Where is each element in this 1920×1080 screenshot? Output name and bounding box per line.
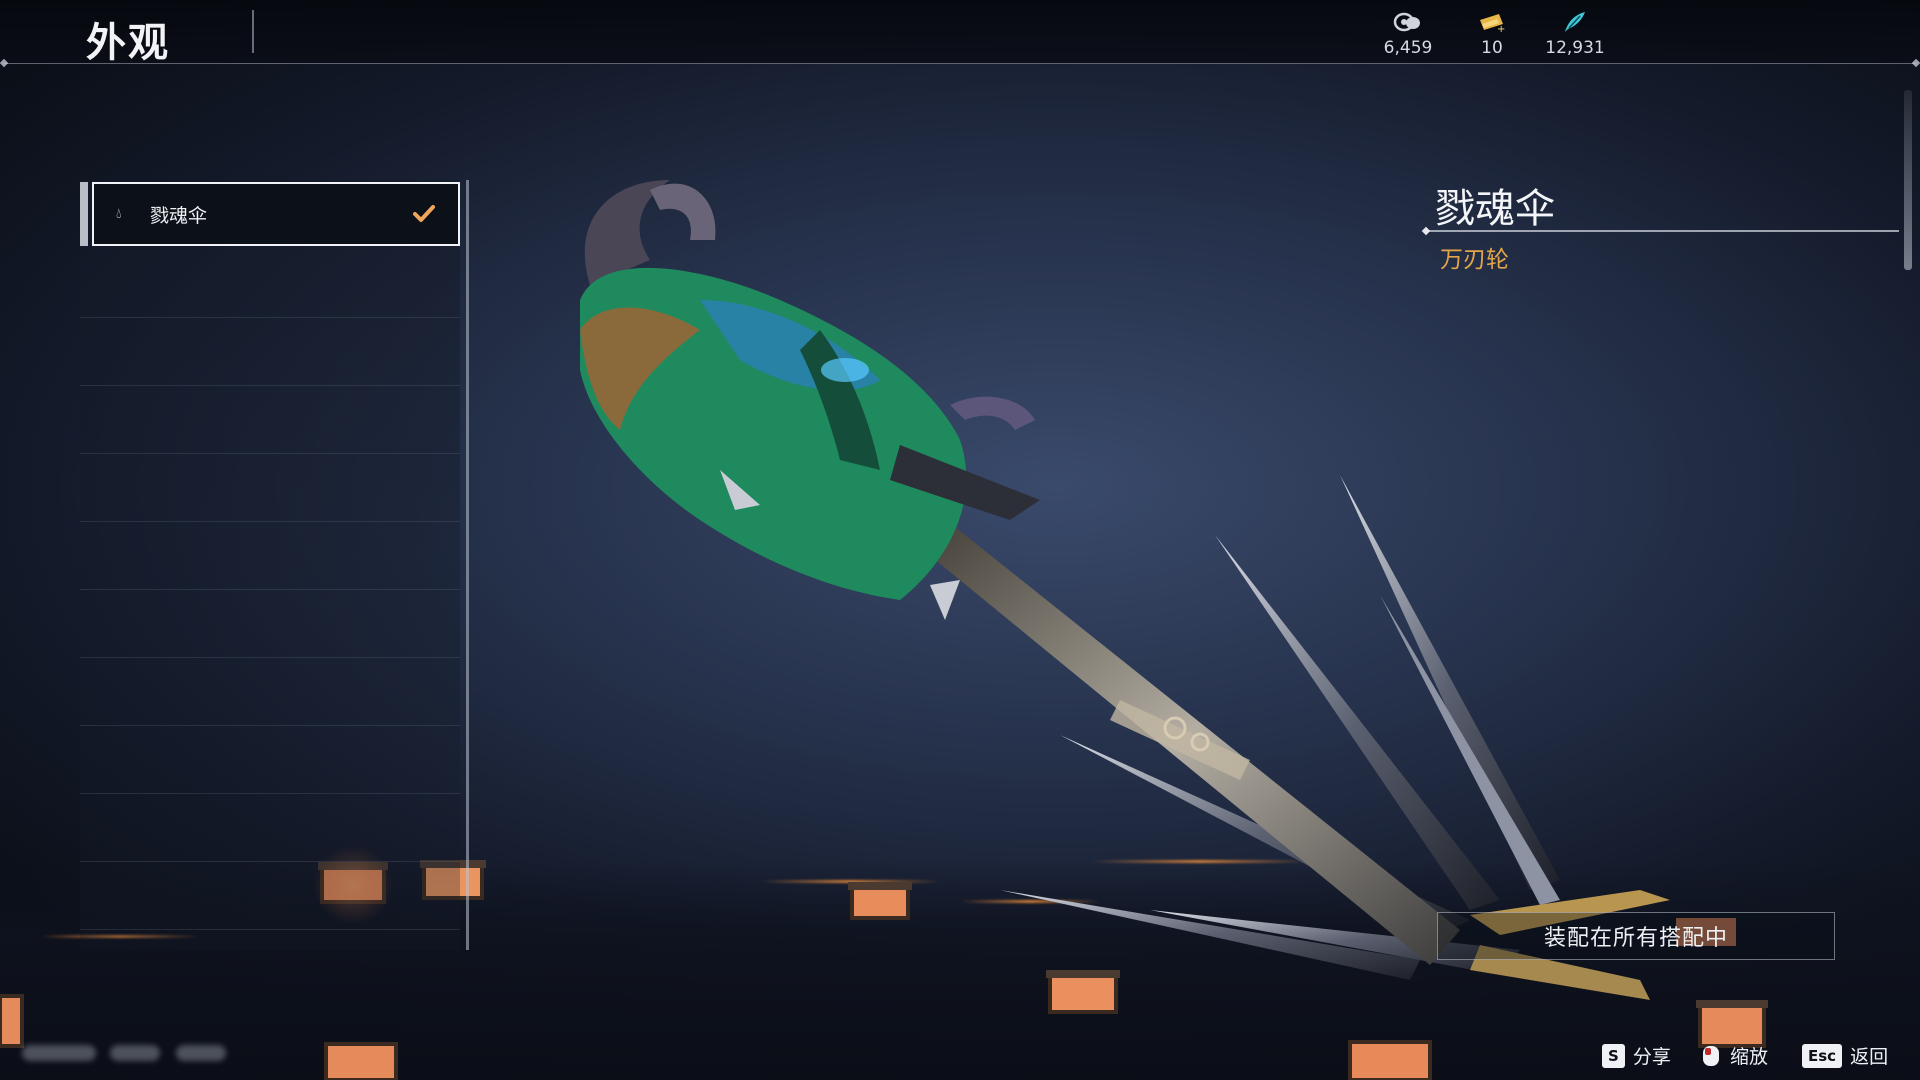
share-key: S (1602, 1043, 1625, 1068)
skin-list-item-selected[interactable]: 💧︎ 戮魂伞 (92, 182, 460, 246)
currency-tickets-value: 10 (1481, 38, 1503, 58)
currency-tickets: + 10 (1452, 10, 1532, 58)
empty-slot[interactable] (80, 794, 460, 862)
zoom-label: 缩放 (1730, 1046, 1769, 1068)
weapon-shaft (905, 515, 1460, 965)
item-name: 戮魂伞 (1435, 186, 1555, 232)
top-divider (4, 63, 1916, 64)
share-hint[interactable]: S 分享 (1602, 1042, 1671, 1069)
share-label: 分享 (1632, 1046, 1671, 1068)
currency-coins-value: 6,459 (1383, 38, 1433, 58)
empty-slot[interactable] (80, 522, 460, 590)
top-bar: 外观 6,459 + 10 12,931 (0, 0, 1920, 66)
currency-feathers-value: 12,931 (1545, 38, 1605, 58)
empty-slot[interactable] (80, 250, 460, 318)
empty-slot[interactable] (80, 658, 460, 726)
page-title: 外观 (86, 20, 170, 66)
title-divider (252, 10, 254, 53)
item-name-underline (1425, 230, 1899, 232)
currency-feathers: 12,931 (1535, 10, 1615, 58)
list-scrollbar[interactable] (466, 180, 469, 950)
empty-slot[interactable] (80, 454, 460, 522)
empty-slot[interactable] (80, 590, 460, 658)
list-selection-bar (80, 182, 88, 246)
skin-list-item-label: 戮魂伞 (150, 204, 208, 227)
svg-text:+: + (1497, 24, 1505, 34)
mouse-right-icon (1703, 1045, 1719, 1066)
skin-list[interactable]: 💧︎ 戮魂伞 (80, 180, 469, 950)
equip-all-outfits-button[interactable]: 装配在所有搭配中 (1437, 912, 1835, 960)
blurred-text (22, 1045, 96, 1061)
zoom-hint[interactable]: 缩放 (1700, 1042, 1768, 1069)
empty-slot[interactable] (80, 386, 460, 454)
empty-slot[interactable] (80, 862, 460, 930)
back-key: Esc (1802, 1043, 1843, 1068)
item-weapon-type: 万刃轮 (1440, 247, 1509, 273)
back-label: 返回 (1850, 1046, 1889, 1068)
empty-slot[interactable] (80, 726, 460, 794)
drop-icon: 💧︎ (116, 206, 122, 222)
back-hint[interactable]: Esc 返回 (1802, 1042, 1888, 1069)
blurred-text (110, 1045, 160, 1061)
empty-slot[interactable] (80, 318, 460, 386)
blurred-text (176, 1045, 226, 1061)
detail-scrollbar[interactable] (1904, 90, 1912, 270)
gold-ticket-icon: + (1480, 14, 1505, 34)
currency-coins: 6,459 (1368, 10, 1448, 58)
check-icon (413, 205, 435, 222)
jade-feather-icon (1565, 12, 1585, 32)
coin-stack-icon (1393, 12, 1420, 32)
